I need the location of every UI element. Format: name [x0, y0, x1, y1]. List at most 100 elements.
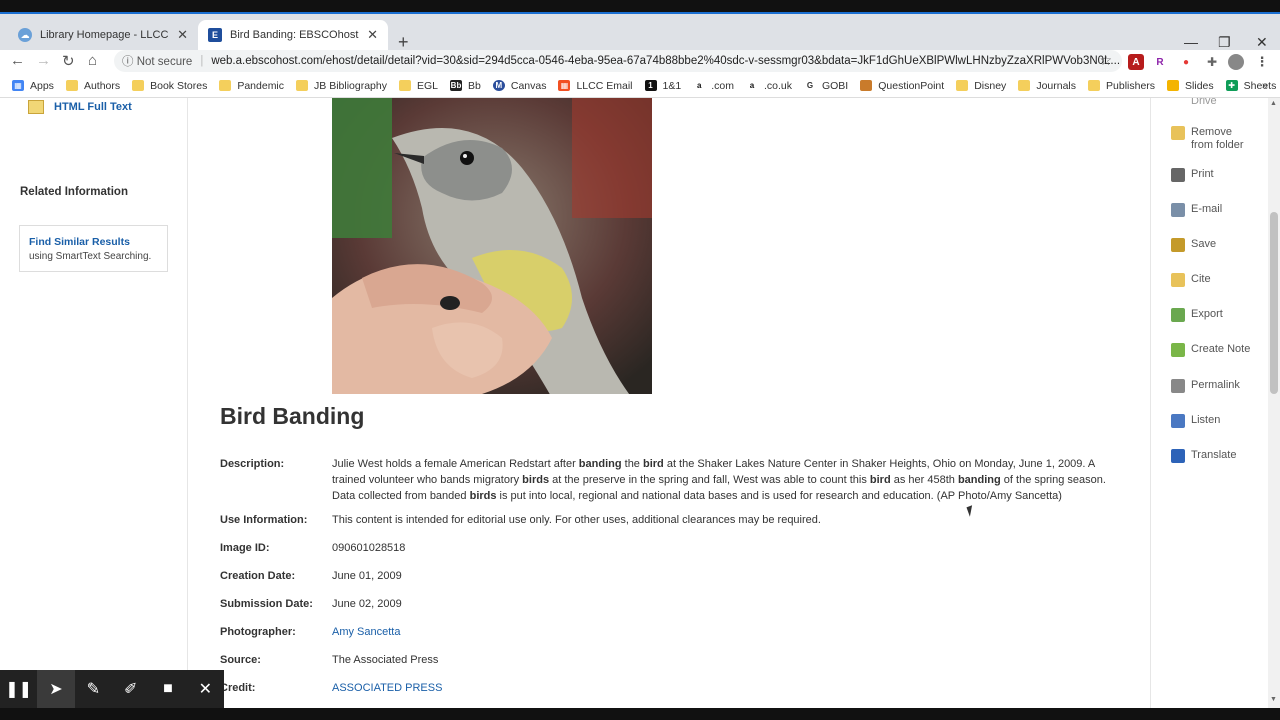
tool-translate[interactable]: Translate [1171, 449, 1257, 463]
tool-cite[interactable]: Cite [1171, 273, 1257, 287]
bookmark-egl[interactable]: EGL [399, 80, 438, 92]
highlighter-icon[interactable]: ✐ [112, 670, 149, 708]
tool-permalink[interactable]: Permalink [1171, 379, 1257, 393]
bookmark-1and1[interactable]: 1 1&1 [644, 80, 681, 92]
bookmark-questionpoint[interactable]: QuestionPoint [860, 80, 944, 92]
bookmarks-bar: ▦ Apps Authors Book Stores Pandemic JB Bi… [0, 74, 1280, 98]
puzzle-extensions-icon[interactable]: ✚ [1204, 54, 1220, 70]
tool-print[interactable]: Print [1171, 168, 1257, 182]
bookmark-canvas[interactable]: M Canvas [492, 80, 546, 92]
highlighted-term: banding [957, 474, 1001, 486]
bookmark-authors[interactable]: Authors [65, 80, 120, 92]
description-text: as her 458th [890, 474, 958, 486]
questionpoint-icon [860, 80, 873, 91]
description-text: is put into local, regional and national… [496, 490, 1062, 502]
tool-remove-from-folder[interactable]: Remove from folder [1171, 126, 1257, 152]
address-bar[interactable]: ⓘ Not secure | web.a.ebscohost.com/ehost… [114, 50, 1122, 72]
folder-remove-icon [1171, 126, 1185, 140]
bookmark-star-icon[interactable]: ☆ [1099, 52, 1112, 69]
folder-icon [956, 80, 969, 91]
find-similar-link[interactable]: Find Similar Results [29, 236, 158, 248]
folder-icon [296, 80, 309, 91]
tool-label: Export [1191, 308, 1223, 320]
scrollbar-thumb[interactable] [1270, 212, 1278, 394]
folder-icon [1088, 80, 1101, 91]
bookmark-apps[interactable]: ▦ Apps [12, 80, 54, 92]
tool-e-mail[interactable]: E-mail [1171, 203, 1257, 217]
description-label: Description: [220, 458, 285, 470]
bookmark-journals[interactable]: Journals [1018, 80, 1076, 92]
microsoft-icon: ▦ [558, 80, 571, 91]
description-value: Julie West holds a female American Redst… [332, 456, 1122, 504]
tool-listen[interactable]: Listen [1171, 414, 1257, 428]
cite-icon [1171, 273, 1185, 287]
speaker-icon [1171, 414, 1185, 428]
close-recorder-icon[interactable]: ✕ [187, 670, 224, 708]
tool-export[interactable]: Export [1171, 308, 1257, 322]
bookmark-book-stores[interactable]: Book Stores [132, 80, 207, 92]
restore-icon[interactable]: ❐ [1218, 34, 1231, 51]
photographer-link[interactable]: Amy Sancetta [332, 626, 400, 638]
amazon-icon: a [745, 80, 758, 91]
one-and-one-icon: 1 [644, 80, 657, 91]
source-label: Source: [220, 654, 261, 666]
tool-label: Cite [1191, 273, 1211, 285]
folder-icon [132, 80, 145, 91]
find-similar-subtext: using SmartText Searching. [29, 251, 152, 262]
minimize-icon[interactable]: — [1184, 34, 1198, 50]
bookmark-disney[interactable]: Disney [956, 80, 1006, 92]
tab-title: Bird Banding: EBSCOhost [230, 29, 359, 41]
more-bookmarks-icon[interactable]: » [1262, 80, 1268, 92]
close-icon[interactable]: ✕ [177, 27, 188, 43]
home-icon[interactable]: ⌂ [88, 52, 97, 69]
window-close-icon[interactable]: ✕ [1256, 34, 1268, 51]
pointer-icon[interactable]: ➤ [37, 670, 75, 708]
folder-icon [219, 80, 232, 91]
image-id-value: 090601028518 [332, 542, 406, 554]
tab-title: Library Homepage - LLCC Library [40, 29, 171, 41]
submission-date-value: June 02, 2009 [332, 598, 402, 610]
page-content: HTML Full Text Related Information Find … [0, 98, 1268, 708]
security-indicator[interactable]: ⓘ Not secure [122, 53, 192, 69]
tool-drive-partial[interactable]: Drive [1171, 98, 1217, 109]
cloud-icon: ☁ [18, 28, 32, 42]
html-full-text-label[interactable]: HTML Full Text [54, 101, 132, 113]
close-icon[interactable]: ✕ [367, 27, 378, 43]
menu-kebab-icon[interactable]: ⋮ [1254, 54, 1270, 70]
tools-sidebar: Drive Remove from folder Print E-mail Save C… [1150, 98, 1268, 708]
bookmark-amazon-com[interactable]: a .com [693, 80, 734, 92]
bookmark-bb[interactable]: Bb Bb [450, 80, 481, 92]
pen-icon[interactable]: ✎ [75, 670, 112, 708]
bookmark-gobi[interactable]: G GOBI [803, 80, 848, 92]
bookmark-publishers[interactable]: Publishers [1088, 80, 1155, 92]
tab-library-homepage[interactable]: ☁ Library Homepage - LLCC Library ✕ [8, 20, 198, 50]
r-extension-icon[interactable]: R [1152, 54, 1168, 70]
description-text: the [621, 458, 643, 470]
tab-bird-banding[interactable]: E Bird Banding: EBSCOhost ✕ [198, 20, 388, 50]
pause-icon[interactable]: ❚❚ [0, 670, 37, 708]
tool-create-note[interactable]: Create Note [1171, 343, 1257, 357]
slides-icon [1167, 80, 1180, 91]
bookmark-amazon-couk[interactable]: a .co.uk [745, 80, 792, 92]
back-icon[interactable]: ← [10, 52, 25, 69]
page-scrollbar[interactable]: ▲ ▼ [1268, 98, 1280, 708]
highlighted-term: banding [578, 458, 622, 470]
tool-label: Permalink [1191, 379, 1240, 391]
pdf-extension-icon[interactable]: A [1128, 54, 1144, 70]
scroll-up-icon[interactable]: ▲ [1270, 100, 1277, 107]
bookmark-slides[interactable]: Slides [1167, 80, 1214, 92]
bookmark-llcc-email[interactable]: ▦ LLCC Email [558, 80, 633, 92]
html-full-text-link[interactable]: HTML Full Text [28, 100, 132, 114]
reload-icon[interactable]: ↻ [62, 52, 75, 70]
tool-save[interactable]: Save [1171, 238, 1257, 252]
bookmark-sheets[interactable]: ✚ Sheets [1225, 80, 1276, 92]
camera-icon[interactable]: ■ [149, 670, 186, 708]
bookmark-pandemic[interactable]: Pandemic [219, 80, 284, 92]
credit-link[interactable]: ASSOCIATED PRESS [332, 682, 442, 694]
bookmark-jb-bibliography[interactable]: JB Bibliography [296, 80, 387, 92]
record-title: Bird Banding [220, 403, 365, 429]
profile-avatar[interactable] [1228, 54, 1244, 70]
record-extension-icon[interactable]: ● [1178, 54, 1194, 70]
scroll-down-icon[interactable]: ▼ [1270, 696, 1277, 703]
forward-icon[interactable]: → [36, 52, 51, 69]
